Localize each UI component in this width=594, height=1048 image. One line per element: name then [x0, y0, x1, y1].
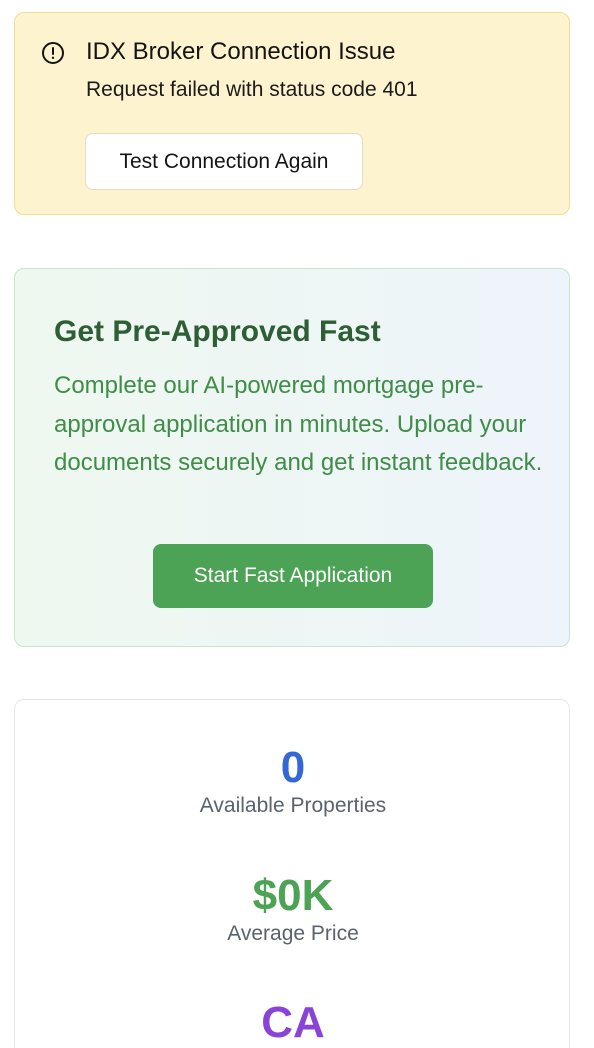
page: IDX Broker Connection Issue Request fail…: [0, 0, 594, 1048]
alert-message: Request failed with status code 401: [86, 78, 418, 101]
alert-title: IDX Broker Connection Issue: [86, 38, 396, 65]
start-application-button[interactable]: Start Fast Application: [153, 544, 433, 608]
stat-average-price: $0K Average Price: [15, 871, 571, 947]
stat-value: 0: [280, 743, 306, 792]
stat-label: Available Properties: [199, 794, 387, 817]
stat-value: CA: [261, 998, 325, 1047]
pre-approval-description: Complete our AI-powered mortgage pre-app…: [54, 372, 543, 476]
connection-alert: IDX Broker Connection Issue Request fail…: [14, 12, 570, 215]
pre-approval-card: Get Pre-Approved Fast Complete our AI-po…: [14, 268, 570, 647]
stat-state: CA: [15, 998, 571, 1048]
stat-label: Average Price: [227, 922, 359, 945]
alert-circle-icon: [42, 42, 64, 64]
stat-available-properties: 0 Available Properties: [15, 743, 571, 819]
stats-card: 0 Available Properties $0K Average Price…: [14, 699, 570, 1048]
pre-approval-title: Get Pre-Approved Fast: [54, 315, 381, 348]
stat-value: $0K: [252, 871, 334, 920]
test-connection-button[interactable]: Test Connection Again: [85, 133, 363, 190]
